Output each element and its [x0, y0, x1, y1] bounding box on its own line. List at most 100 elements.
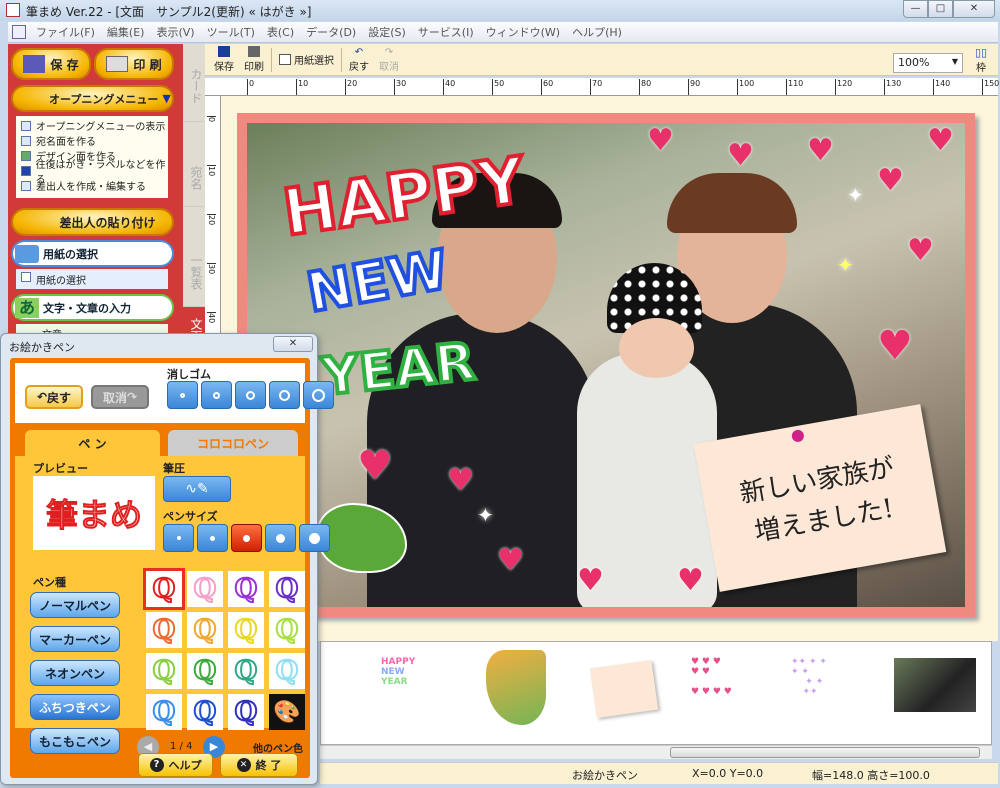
pen-color-swatch[interactable]: Q	[187, 571, 223, 607]
ruler-tick-label: 30	[394, 79, 406, 95]
eraser-size-1[interactable]	[167, 381, 198, 409]
opening-menu-button[interactable]: オープニングメニュー ▼	[11, 85, 174, 112]
menu-data[interactable]: データ(D)	[300, 24, 362, 40]
status-size: 幅=148.0 高さ=100.0	[812, 769, 930, 782]
pen-color-swatch[interactable]: Q	[146, 653, 182, 689]
pen-type-marker[interactable]: マーカーペン	[30, 626, 120, 652]
menu-item-labels[interactable]: 往復はがき・ラベルなどを作る	[16, 160, 168, 186]
thumbnail-hearts[interactable]: ♥ ♥ ♥ ♥ ♥ ♥ ♥ ♥ ♥	[691, 657, 771, 717]
pen-color-swatch[interactable]: Q	[187, 694, 223, 730]
menu-item-address-side[interactable]: 宛名面を作る	[16, 133, 168, 148]
toolbar-print-button[interactable]: 印刷	[241, 46, 267, 73]
toolbar-paper-button[interactable]: 用紙選択	[276, 52, 337, 67]
thumbnail-note[interactable]	[589, 659, 659, 719]
pen-color-swatch[interactable]: Q	[146, 612, 182, 648]
toolbar-redo-button[interactable]: ↷ 取消	[376, 47, 402, 73]
menu-file[interactable]: ファイル(F)	[30, 24, 101, 40]
year-text: YEAR	[318, 332, 478, 408]
menu-table[interactable]: 表(C)	[261, 24, 300, 40]
pen-color-swatch[interactable]: Q	[228, 653, 264, 689]
ruler-tick-label: 50	[492, 79, 504, 95]
horizontal-scrollbar[interactable]	[320, 745, 992, 759]
paper-select-header[interactable]: 用紙の選択	[11, 240, 174, 267]
menu-edit[interactable]: 編集(E)	[101, 24, 151, 40]
printer-icon	[248, 46, 260, 57]
menu-view[interactable]: 表示(V)	[150, 24, 200, 40]
menu-service[interactable]: サービス(I)	[412, 24, 480, 40]
pen-color-swatch[interactable]: Q	[228, 694, 264, 730]
palette-icon[interactable]: 🎨	[269, 694, 305, 730]
pen-color-swatch[interactable]: Q	[228, 571, 264, 607]
pen-type-neon[interactable]: ネオンペン	[30, 660, 120, 686]
close-button[interactable]: ✕	[953, 0, 995, 18]
menu-item-show-opening[interactable]: オープニングメニューの表示	[16, 118, 168, 133]
floppy-icon	[218, 46, 230, 57]
toolbar-save-button[interactable]: 保存	[211, 46, 237, 73]
text-input-header[interactable]: あ文字・文章の入力	[11, 294, 174, 321]
maximize-button[interactable]: □	[928, 0, 953, 18]
toolbar-undo-button[interactable]: ↶ 戻す	[346, 47, 372, 73]
menu-settings[interactable]: 設定(S)	[362, 24, 412, 40]
tab-list[interactable]: 一覧表	[183, 207, 205, 307]
minimize-button[interactable]: —	[903, 0, 928, 18]
heart-decoration: ♥	[677, 563, 704, 598]
floppy-icon	[23, 55, 46, 73]
pen-color-swatch[interactable]: Q	[269, 571, 305, 607]
close-dialog-button[interactable]: ✕ 終 了	[220, 753, 298, 777]
thumbnail-sparkles[interactable]: ✦✦ ✦ ✦ ✦ ✦ ✦ ✦ ✦✦	[791, 657, 871, 717]
dialog-close-button[interactable]: ✕	[273, 336, 313, 352]
eraser-size-4[interactable]	[269, 381, 300, 409]
redo-button[interactable]: 取消 ↷	[91, 385, 149, 409]
menu-icon	[21, 120, 31, 131]
pen-color-swatch[interactable]: Q	[269, 653, 305, 689]
scrollbar-thumb[interactable]	[670, 747, 980, 758]
eraser-size-2[interactable]	[201, 381, 232, 409]
ruler-tick-label: 20	[207, 214, 216, 226]
undo-button[interactable]: ↶ 戻す	[25, 385, 83, 409]
menu-item-sender[interactable]: 差出人を作成・編集する	[16, 178, 168, 193]
help-button[interactable]: ? ヘルプ	[138, 753, 213, 777]
tab-card[interactable]: カード	[183, 44, 205, 122]
eraser-size-5[interactable]	[303, 381, 334, 409]
pen-type-fluffy[interactable]: もこもこペン	[30, 728, 120, 754]
thumbnail-dragon[interactable]	[486, 650, 546, 725]
pressure-label: 筆圧	[163, 462, 185, 475]
pen-size-1[interactable]	[163, 524, 194, 552]
heart-decoration: ♥	[647, 123, 674, 158]
pen-size-4[interactable]	[265, 524, 296, 552]
ruler-tick-label: 140	[933, 79, 950, 95]
menu-tools[interactable]: ツール(T)	[201, 24, 261, 40]
menu-window[interactable]: ウィンドウ(W)	[480, 24, 566, 40]
sender-paste-button[interactable]: 差出人の貼り付け	[11, 208, 174, 236]
pen-size-5[interactable]	[299, 524, 330, 552]
pen-color-swatch[interactable]: Q	[143, 568, 185, 610]
menu-help[interactable]: ヘルプ(H)	[566, 24, 628, 40]
paper-select-item[interactable]: 用紙の選択	[16, 269, 168, 289]
tab-address[interactable]: 宛名	[183, 122, 205, 207]
heart-decoration: ♥	[727, 138, 754, 173]
pen-size-2[interactable]	[197, 524, 228, 552]
save-button[interactable]: 保 存	[11, 48, 91, 80]
pen-color-swatch[interactable]: Q	[187, 612, 223, 648]
pen-size-3-selected[interactable]	[231, 524, 262, 552]
pen-type-outlined-selected[interactable]: ふちつきペン	[30, 694, 120, 720]
horizontal-ruler: 0 10 20 30 40 50 60 70 80 90 100 110 120 130 140 150	[205, 78, 999, 96]
pushpin-icon	[790, 428, 805, 443]
happy-text: HAPPY	[279, 144, 531, 251]
print-button[interactable]: 印 刷	[94, 48, 174, 80]
tab-pen[interactable]: ペ ン	[25, 430, 160, 456]
toolbar-frame-button[interactable]: ▯▯ 枠	[972, 46, 990, 74]
pen-color-swatch[interactable]: Q	[228, 612, 264, 648]
pen-color-swatch[interactable]: Q	[187, 653, 223, 689]
thumbnail-photo[interactable]	[894, 658, 976, 712]
pressure-toggle[interactable]: ∿✎	[163, 476, 231, 502]
undo-icon: ↶	[354, 46, 364, 58]
eraser-size-3[interactable]	[235, 381, 266, 409]
card-photo[interactable]: HAPPY NEW YEAR ♥ ♥ ♥ ♥ ♥ ♥ ♥ ♥ ♥ ♥ ♥ ♥ ✦…	[247, 123, 965, 607]
zoom-select[interactable]: 100% ▼	[893, 53, 963, 73]
pen-color-swatch[interactable]: Q	[146, 694, 182, 730]
pen-type-normal[interactable]: ノーマルペン	[30, 592, 120, 618]
tab-roller-pen[interactable]: コロコロペン	[168, 430, 298, 456]
thumbnail-greeting[interactable]: HAPPY NEW YEAR	[381, 657, 415, 687]
pen-color-swatch[interactable]: Q	[269, 612, 305, 648]
